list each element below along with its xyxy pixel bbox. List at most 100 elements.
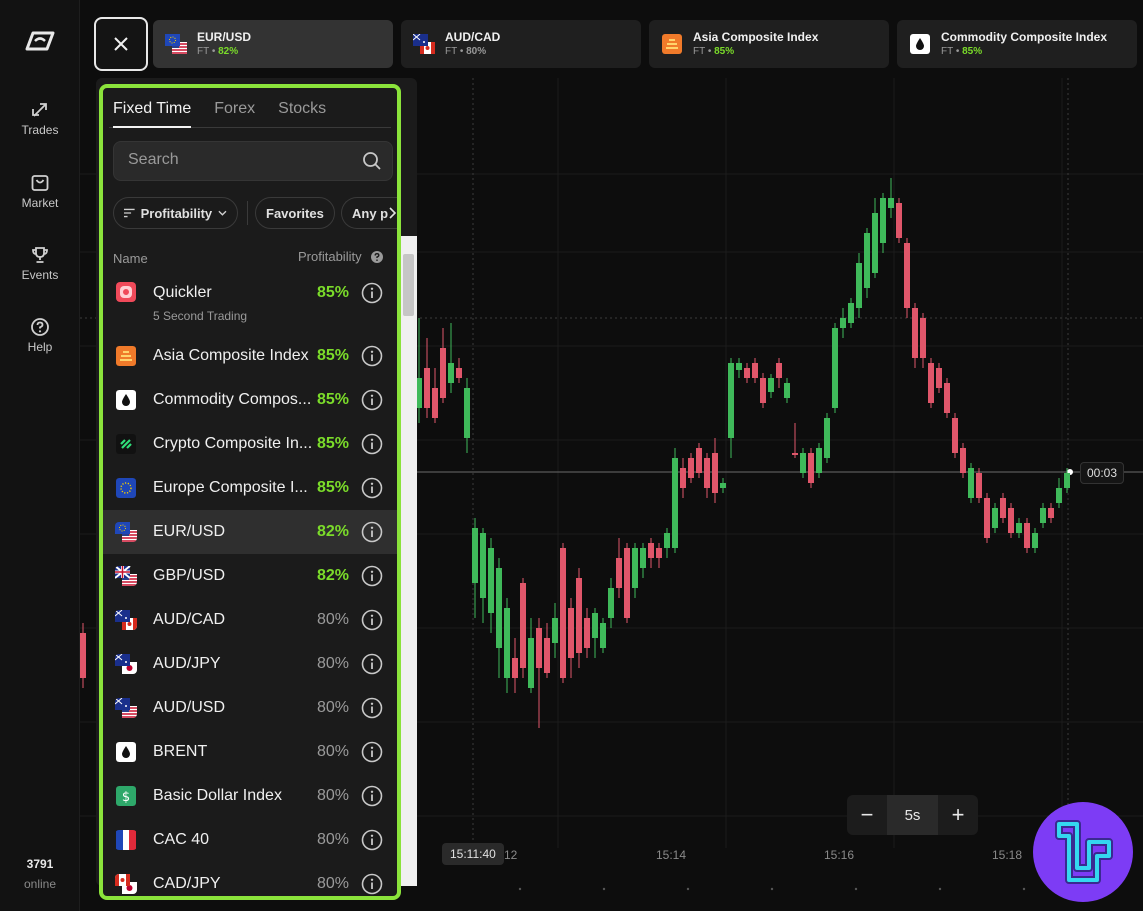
info-icon[interactable]	[361, 829, 383, 856]
candle-down	[792, 453, 798, 455]
asset-payout: 85%	[316, 479, 349, 496]
asset-row[interactable]: EUR/USD 82%	[103, 510, 397, 554]
sort-chip-label: Profitability	[140, 205, 213, 221]
commodity-drop-icon	[115, 390, 137, 410]
asset-row[interactable]: $ Basic Dollar Index 80%	[103, 774, 397, 818]
search-box	[113, 141, 393, 181]
asset-tab[interactable]: Commodity Composite Index FT • 85%	[897, 20, 1137, 68]
nav-trades[interactable]: Trades	[0, 100, 80, 137]
chevron-down-icon	[218, 210, 227, 216]
candle-down	[624, 548, 630, 618]
brand-logo-icon[interactable]	[24, 30, 56, 52]
trades-arrows-icon	[32, 103, 47, 117]
help-icon[interactable]	[370, 250, 384, 264]
asset-payout: 82%	[316, 523, 349, 540]
tab-forex[interactable]: Forex	[214, 100, 255, 130]
axis-tick	[938, 887, 942, 891]
asset-name: CAC 40	[153, 831, 210, 848]
timeframe-value[interactable]: 5s	[887, 795, 938, 835]
asset-row[interactable]: AUD/JPY 80%	[103, 642, 397, 686]
asset-row[interactable]: BRENT 80%	[103, 730, 397, 774]
candle-up	[864, 233, 870, 288]
info-icon[interactable]	[361, 345, 383, 372]
close-panel-button[interactable]	[94, 17, 148, 71]
asset-row[interactable]: GBP/USD 82%	[103, 554, 397, 598]
asset-row[interactable]: Quickler 5 Second Trading 85%	[103, 274, 397, 334]
chevron-right-icon[interactable]	[389, 207, 397, 219]
asset-tab-payout: 80%	[466, 46, 487, 57]
candle-down	[512, 658, 518, 678]
asset-row[interactable]: Crypto Composite In... 85%	[103, 422, 397, 466]
candle-up	[1040, 508, 1046, 523]
candle-down	[920, 318, 926, 358]
candle-down	[1048, 508, 1054, 518]
asset-row[interactable]: AUD/CAD 80%	[103, 598, 397, 642]
list-scrollbar-thumb[interactable]	[403, 254, 414, 316]
candle-up	[840, 318, 846, 328]
favorites-chip[interactable]: Favorites	[255, 197, 335, 229]
x-tick-label: 15:14	[656, 848, 687, 862]
candle-up	[824, 418, 830, 458]
asset-tab-subtitle: FT • 82%	[197, 46, 238, 57]
eu-us-flag-icon	[165, 34, 187, 54]
nav-help[interactable]: Help	[0, 317, 80, 354]
asset-name: AUD/USD	[153, 699, 226, 716]
candle-up	[736, 363, 742, 370]
sort-profitability-chip[interactable]: Profitability	[113, 197, 238, 229]
info-icon[interactable]	[361, 741, 383, 768]
nav-market[interactable]: Market	[0, 173, 80, 210]
nav-events[interactable]: Events	[0, 245, 80, 282]
candle-down	[760, 378, 766, 403]
asset-name: Basic Dollar Index	[153, 787, 282, 804]
asset-row[interactable]: Commodity Compos... 85%	[103, 378, 397, 422]
candle-up	[832, 328, 838, 408]
candle-up	[448, 363, 454, 383]
asset-tab-payout: 85%	[714, 46, 735, 57]
asset-tab-mode: FT	[445, 46, 458, 57]
asset-tab[interactable]: EUR/USD FT • 82%	[153, 20, 393, 68]
asset-tab-mode: FT	[693, 46, 706, 57]
info-icon[interactable]	[361, 653, 383, 680]
zoom-in-button[interactable]: +	[938, 795, 978, 835]
tab-stocks[interactable]: Stocks	[278, 100, 326, 130]
candle-up	[480, 533, 486, 598]
oil-drop-icon	[115, 742, 137, 762]
candle-down	[808, 453, 814, 483]
axis-tick	[1022, 887, 1026, 891]
info-icon[interactable]	[361, 477, 383, 504]
search-icon[interactable]	[362, 151, 382, 171]
asset-row[interactable]: Asia Composite Index 85%	[103, 334, 397, 378]
asset-name: GBP/USD	[153, 567, 226, 584]
info-icon[interactable]	[361, 697, 383, 724]
info-icon[interactable]	[361, 785, 383, 812]
commodity-drop-icon	[909, 34, 931, 54]
candle-up	[632, 548, 638, 588]
search-input[interactable]	[128, 151, 348, 169]
asset-row[interactable]: Europe Composite I... 85%	[103, 466, 397, 510]
asset-tab[interactable]: Asia Composite Index FT • 85%	[649, 20, 889, 68]
column-profitability-header[interactable]: Profitability	[298, 249, 362, 264]
info-icon[interactable]	[361, 565, 383, 592]
candle-up	[872, 213, 878, 273]
info-icon[interactable]	[361, 433, 383, 460]
info-icon[interactable]	[361, 609, 383, 636]
x-tick-label: 15:18	[992, 848, 1023, 862]
asset-tab[interactable]: AUD/CAD FT • 80%	[401, 20, 641, 68]
info-icon[interactable]	[361, 873, 383, 896]
asset-row[interactable]: AUD/USD 80%	[103, 686, 397, 730]
asset-payout: 80%	[316, 787, 349, 804]
info-icon[interactable]	[361, 282, 383, 309]
info-icon[interactable]	[361, 521, 383, 548]
candle-up	[1032, 533, 1038, 548]
zoom-out-button[interactable]: −	[847, 795, 887, 835]
asset-name: Commodity Compos...	[153, 391, 312, 408]
asset-name: BRENT	[153, 743, 208, 760]
au-ca-flag-icon	[115, 610, 137, 630]
info-icon[interactable]	[361, 389, 383, 416]
list-scrollbar[interactable]	[401, 236, 417, 886]
asset-row[interactable]: CAC 40 80%	[103, 818, 397, 862]
countdown-badge: 00:03	[1080, 462, 1125, 484]
candle-down	[904, 243, 910, 308]
candle-up	[848, 303, 854, 323]
asset-row[interactable]: CAD/JPY 80%	[103, 862, 397, 896]
